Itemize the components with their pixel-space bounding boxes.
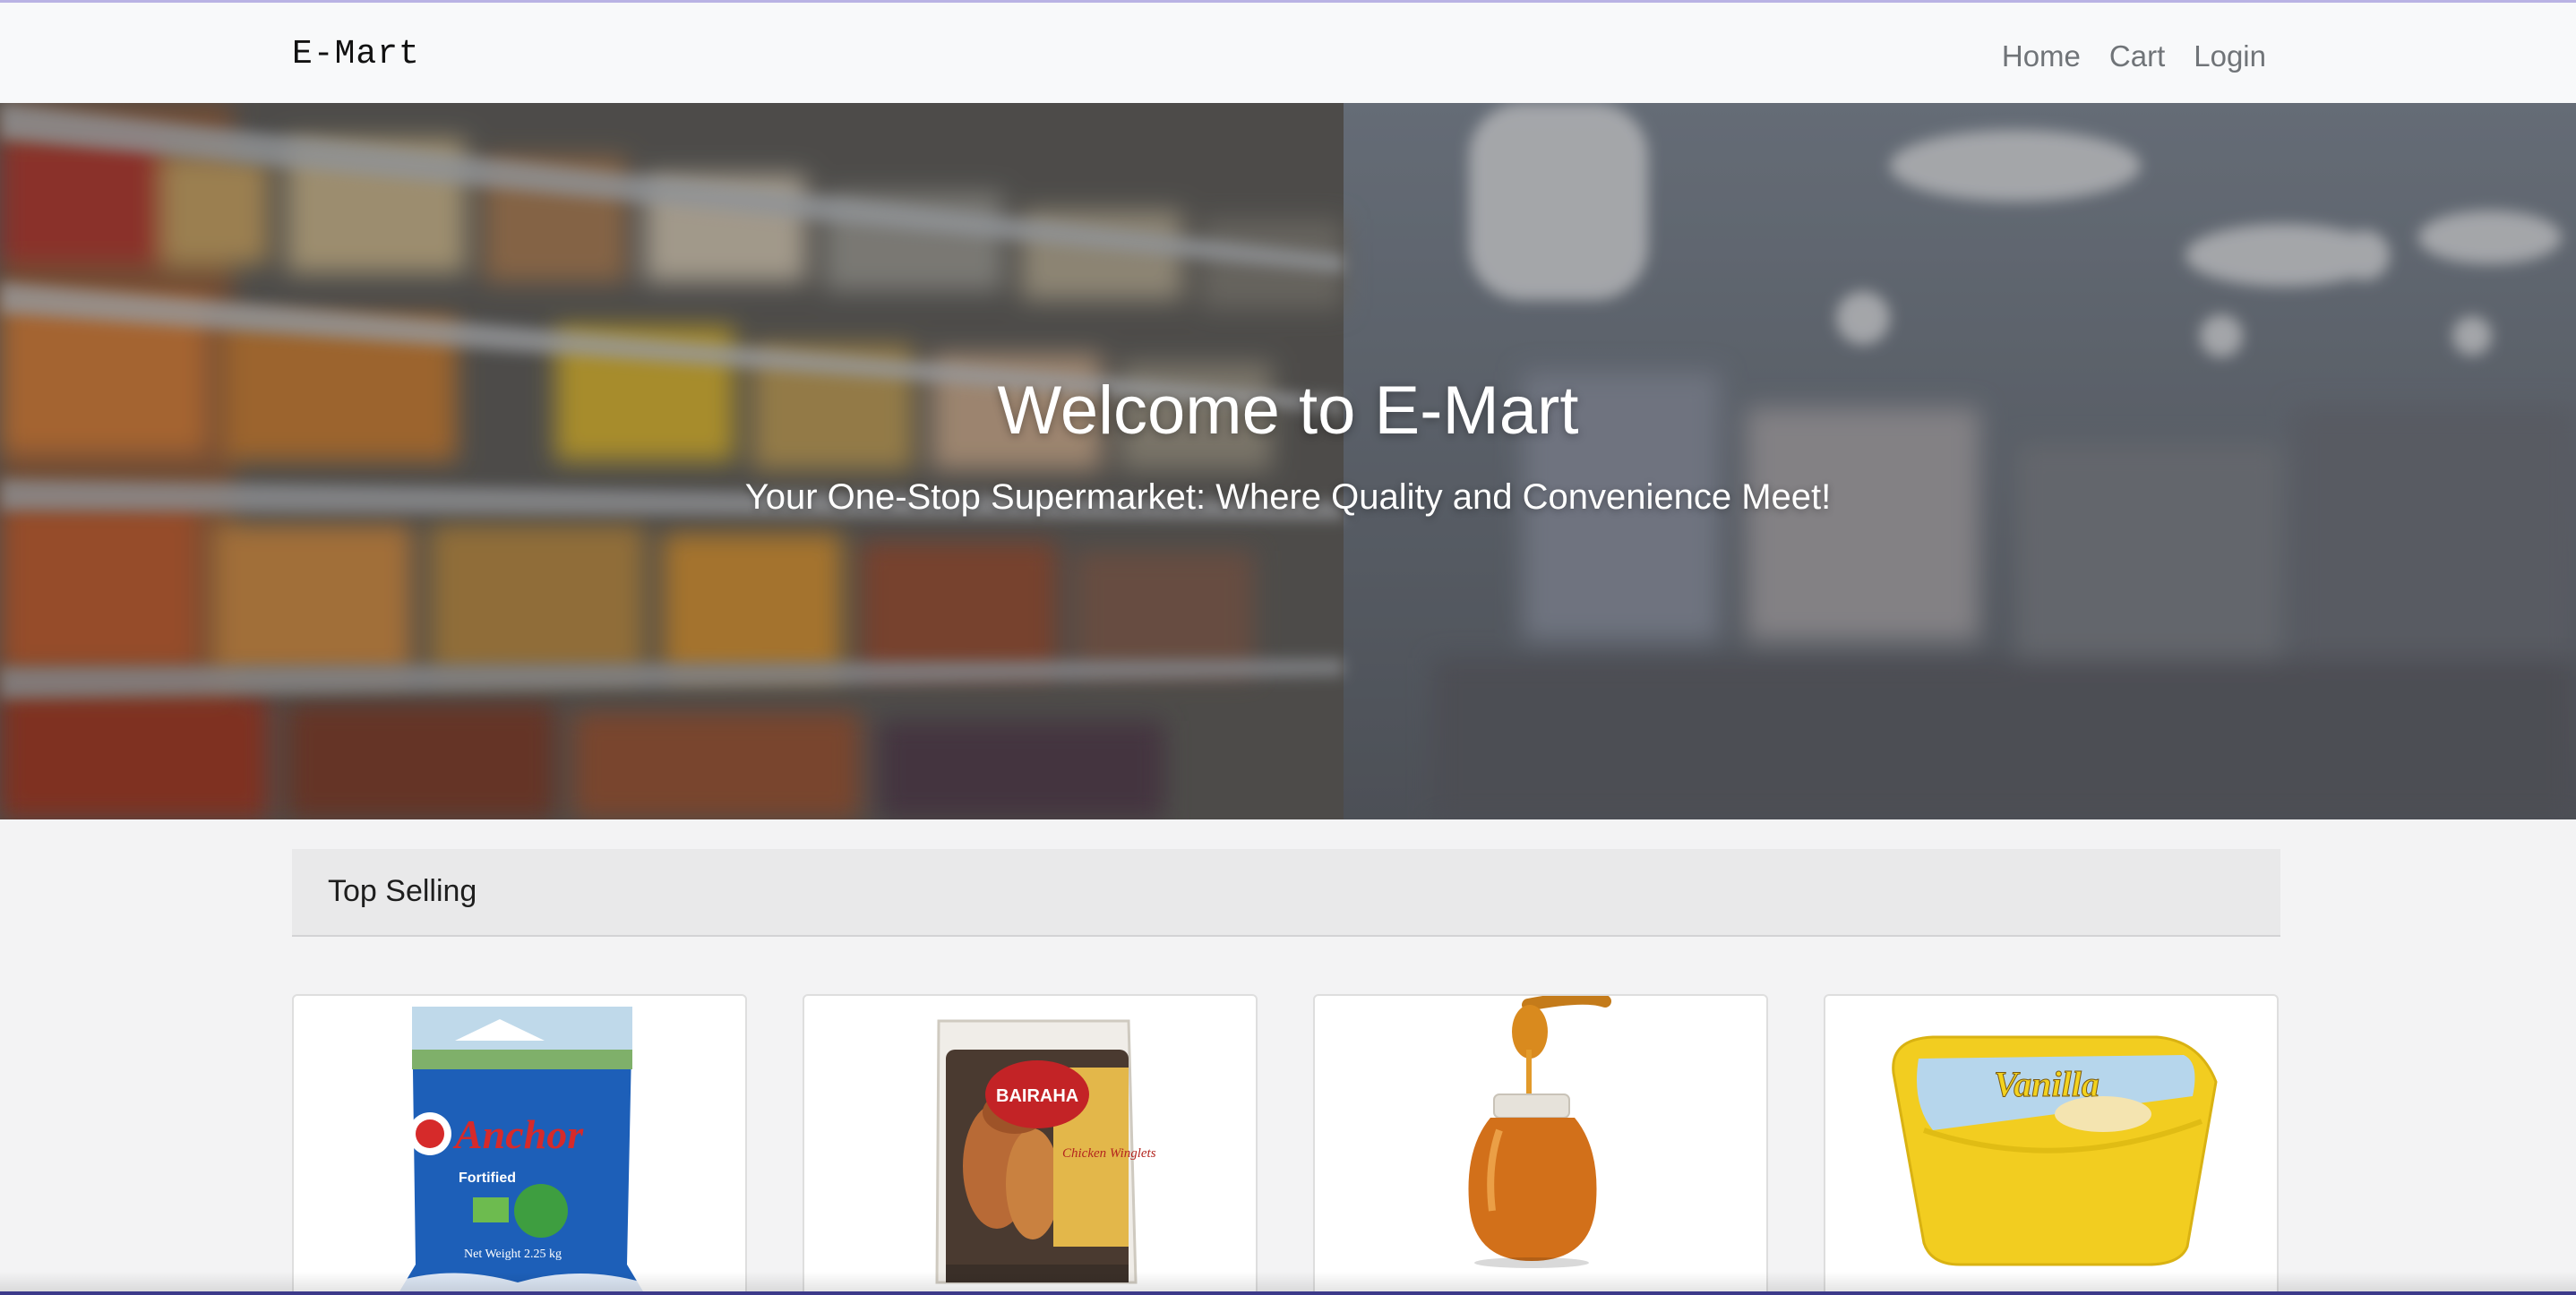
top-selling-header: Top Selling	[292, 849, 2280, 937]
top-selling-title: Top Selling	[328, 874, 477, 908]
navbar: E-Mart Home Cart Login	[0, 3, 2576, 103]
supermarket-aisle-background-image	[0, 103, 2576, 819]
nav-links: Home Cart Login	[2002, 35, 2266, 78]
vanilla-ice-cream-image: Vanilla	[1892, 1035, 2218, 1266]
product-card[interactable]: Anchor Fortified Net Weight 2.25 kg	[292, 994, 747, 1295]
honey-jar-image	[1468, 996, 1611, 1268]
anchor-milk-powder-image: Anchor Fortified Net Weight 2.25 kg	[399, 1007, 643, 1291]
hero-title: Welcome to E-Mart	[997, 373, 1579, 449]
anchor-fortified-text: Fortified	[459, 1171, 516, 1186]
nav-link-login[interactable]: Login	[2194, 35, 2266, 78]
bairaha-label-text: Chicken Winglets	[1062, 1146, 1156, 1161]
product-card[interactable]: BAIRAHA Chicken Winglets	[803, 994, 1258, 1295]
hero-banner: Welcome to E-Mart Your One-Stop Supermar…	[0, 103, 2576, 819]
anchor-weight-text: Net Weight 2.25 kg	[464, 1248, 562, 1261]
page: E-Mart Home Cart Login Welcome to E-Mart…	[0, 0, 2576, 1295]
nav-link-cart[interactable]: Cart	[2109, 35, 2165, 78]
brand-logo-link[interactable]: E-Mart	[292, 35, 420, 73]
bairaha-brand-text: BAIRAHA	[996, 1086, 1078, 1106]
bottom-border	[0, 1291, 2576, 1295]
product-card[interactable]: Vanilla	[1824, 994, 2279, 1295]
anchor-brand-text: Anchor	[452, 1111, 584, 1157]
bairaha-chicken-winglets-image: BAIRAHA Chicken Winglets	[935, 1019, 1156, 1284]
hero-subtitle: Your One-Stop Supermarket: Where Quality…	[744, 477, 1832, 517]
nav-link-home[interactable]: Home	[2002, 35, 2081, 78]
product-card[interactable]	[1313, 994, 1768, 1295]
